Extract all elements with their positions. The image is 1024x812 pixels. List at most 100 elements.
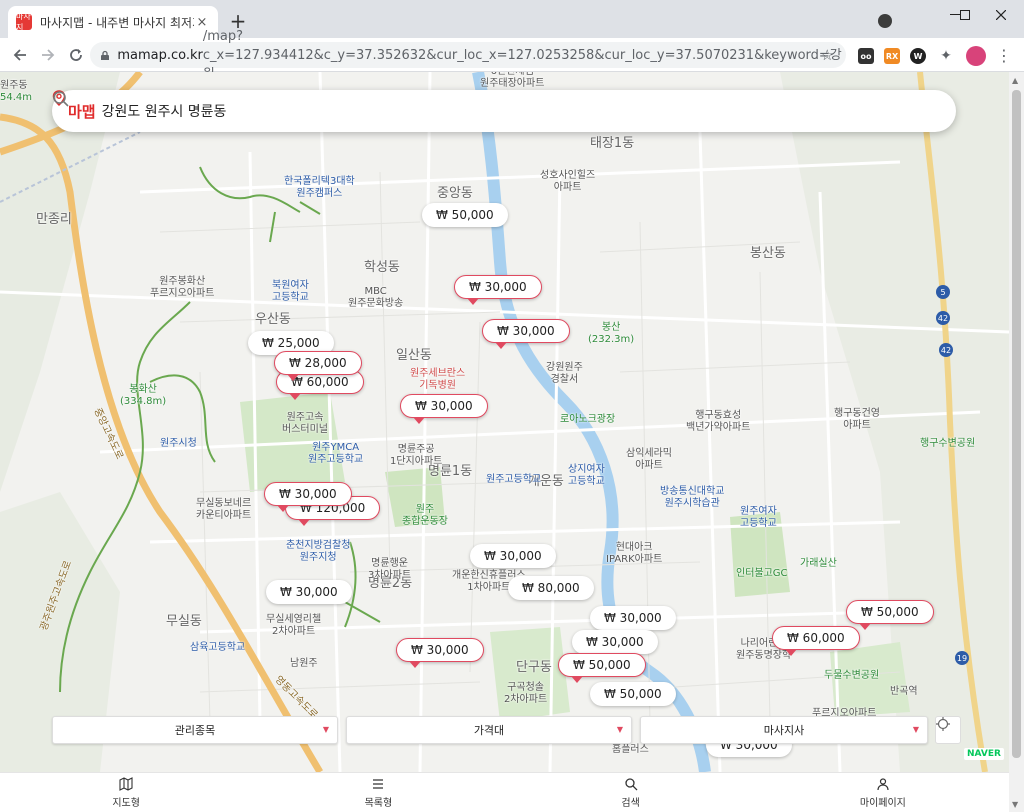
poi-label: 원주고등학교 <box>486 474 542 485</box>
tab-title: 마사지맵 - 내주변 마사지 최저가 <box>40 15 194 30</box>
map-icon <box>119 776 133 791</box>
poi-label: 한국폴리텍3대학 원주캠퍼스 <box>284 176 355 199</box>
svg-text:42: 42 <box>938 314 948 323</box>
price-marker[interactable]: ₩ 30,000 <box>454 275 542 305</box>
browser-tab[interactable]: 마사지 마사지맵 - 내주변 마사지 최저가 × <box>8 6 218 38</box>
search-input[interactable]: 강원도 원주시 명륜동 <box>102 101 940 121</box>
site-logo[interactable]: 마맵 <box>68 101 96 122</box>
management-filter-label: 관리종목 <box>174 724 216 737</box>
poi-label: 행구수변공원 <box>920 438 976 449</box>
price-marker[interactable]: ₩ 30,000 <box>470 544 556 568</box>
tab-close-icon[interactable]: × <box>194 15 210 30</box>
price-filter-label: 가격대 <box>473 724 505 737</box>
area-label: 태장1동 <box>590 136 635 151</box>
poi-label: 홈플러스 <box>612 744 649 755</box>
reload-button[interactable] <box>64 43 88 67</box>
poi-label: 원주세브란스 기독병원 <box>410 368 466 391</box>
nav-label: 목록형 <box>364 797 393 809</box>
poi-label: 성호사인힐즈 아파트 <box>540 170 596 193</box>
price-marker[interactable]: ₩ 30,000 <box>572 630 658 654</box>
nav-label: 검색 <box>621 797 640 809</box>
price-marker[interactable]: ₩ 30,000 <box>266 580 352 604</box>
price-filter-select[interactable]: 가격대 ▼ <box>346 716 632 744</box>
spy-extension-icon[interactable]: oo <box>858 48 874 64</box>
nav-map-view[interactable]: 지도형 <box>0 773 252 812</box>
poi-label: 인터불고GC <box>736 568 788 579</box>
profile-avatar[interactable] <box>966 46 986 66</box>
poi-label: 삼육고등학교 <box>190 642 246 653</box>
browser-toolbar: mamap.co.kr/map?c_x=127.934412&c_y=37.35… <box>0 29 1024 82</box>
poi-label: 방송통신대학교 원주시학습관 <box>660 486 725 509</box>
scrollbar-thumb[interactable] <box>1012 90 1021 758</box>
poi-label: 남원주 <box>290 658 318 669</box>
poi-label: 원주YMCA 원주고등학교 <box>308 442 364 465</box>
price-marker[interactable]: ₩ 50,000 <box>558 653 646 683</box>
w-extension-icon[interactable]: W <box>910 48 926 64</box>
poi-label: 구곡청솔 2차아파트 <box>504 682 548 705</box>
url-host: mamap.co.kr <box>117 47 203 63</box>
massage-type-filter-select[interactable]: 마사지사 ▼ <box>640 716 928 744</box>
poi-label: 원주시청 <box>160 438 197 449</box>
price-marker[interactable]: ₩ 30,000 <box>396 638 484 668</box>
nav-list-view[interactable]: 목록형 <box>252 773 504 812</box>
nav-search[interactable]: 검색 <box>505 773 757 812</box>
chevron-down-icon: ▼ <box>322 725 329 734</box>
price-marker[interactable]: ₩ 50,000 <box>422 203 508 227</box>
list-icon <box>373 778 384 789</box>
area-label: 중앙동 <box>437 186 473 201</box>
poi-label: 명륜행운 3차아파트 <box>368 558 412 581</box>
poi-label: 54.4m <box>0 92 33 103</box>
search-icon <box>624 777 638 790</box>
scroll-down-icon[interactable]: ▼ <box>1012 800 1018 809</box>
price-marker[interactable]: ₩ 50,000 <box>590 682 676 706</box>
price-marker[interactable]: ₩ 80,000 <box>508 576 594 600</box>
nav-mypage[interactable]: 마이페이지 <box>757 773 1009 812</box>
poi-label: 원주동 <box>0 80 28 91</box>
search-icon[interactable] <box>52 90 70 108</box>
puzzle-extension-icon[interactable]: ✦ <box>938 48 954 64</box>
current-location-button[interactable] <box>935 716 961 744</box>
page-scrollbar[interactable]: ▲ ▼ <box>1009 72 1024 812</box>
back-button[interactable] <box>8 43 32 67</box>
area-label: 우산동 <box>255 312 291 327</box>
poi-label: 현대아크 IPARK아파트 <box>606 542 663 565</box>
poi-label: 강원원주 경찰서 <box>546 362 583 385</box>
price-marker[interactable]: ₩ 50,000 <box>846 600 934 630</box>
poi-label: 북원여자 고등학교 <box>272 280 309 303</box>
forward-arrow-icon <box>42 49 55 61</box>
price-marker[interactable]: ₩ 60,000 <box>772 626 860 656</box>
area-label: 일산동 <box>396 348 432 363</box>
forward-button[interactable] <box>36 43 60 67</box>
management-filter-select[interactable]: 관리종목 ▼ <box>52 716 338 744</box>
rx-extension-icon[interactable]: RX <box>884 48 900 64</box>
bookmark-star-icon[interactable]: ☆ <box>821 46 834 64</box>
poi-label: 무실세영리첼 2차아파트 <box>266 614 322 637</box>
area-label: 만종리 <box>36 212 72 227</box>
poi-label: 봉산 (232.3m) <box>588 322 635 345</box>
nav-label: 지도형 <box>112 797 140 809</box>
price-marker[interactable]: ₩ 30,000 <box>482 319 570 349</box>
price-marker[interactable]: ₩ 30,000 <box>264 482 352 512</box>
close-window-button[interactable] <box>978 0 1024 30</box>
poi-label: 반곡역 <box>890 686 918 697</box>
bottom-navigation: 지도형 목록형 검색 마이페이지 <box>0 772 1009 812</box>
poi-label: 상지여자 고등학교 <box>568 464 605 487</box>
price-marker[interactable]: ₩ 30,000 <box>400 394 488 424</box>
poi-label: 가래실산 <box>800 558 837 569</box>
address-bar[interactable]: mamap.co.kr/map?c_x=127.934412&c_y=37.35… <box>90 29 846 82</box>
poi-label: 삼익세라믹 아파트 <box>626 448 672 471</box>
scroll-up-icon[interactable]: ▲ <box>1012 76 1018 85</box>
chevron-down-icon: ▼ <box>912 725 919 734</box>
nav-label: 마이페이지 <box>859 797 906 809</box>
tab-search-icon[interactable] <box>878 14 892 28</box>
poi-label: 봉화산 (334.8m) <box>120 384 167 407</box>
svg-text:5: 5 <box>940 288 945 297</box>
price-marker[interactable]: ₩ 30,000 <box>590 606 676 630</box>
map-view[interactable]: 5 42 42 19 태장1동 중앙동 학성동 봉산동 일산동 명륜1동 명륜2… <box>0 72 1009 772</box>
map-search-bar[interactable]: 마맵 강원도 원주시 명륜동 <box>52 90 956 132</box>
browser-menu-icon[interactable]: ⋮ <box>996 46 1012 65</box>
poi-label: 행구동건영 아파트 <box>834 408 880 431</box>
reload-icon <box>70 49 82 61</box>
price-marker[interactable]: ₩ 28,000 <box>274 351 362 381</box>
poi-label: MBC 원주문화방송 <box>348 286 404 309</box>
